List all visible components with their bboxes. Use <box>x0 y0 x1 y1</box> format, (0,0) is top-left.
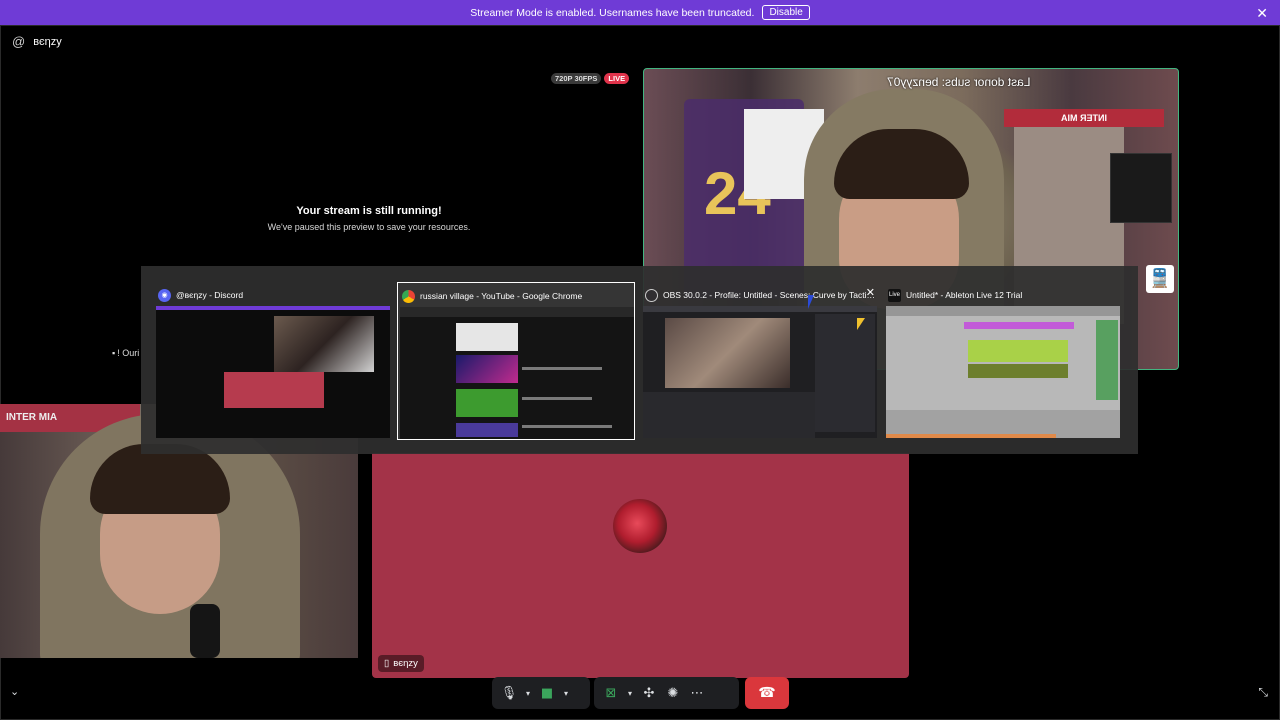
mobile-phone-icon: ▯ <box>384 658 390 669</box>
screen-share-options-caret[interactable]: ▾ <box>624 681 636 705</box>
close-window-icon[interactable]: ✕ <box>866 286 875 299</box>
stream-badges: 720P 30FPS LIVE <box>551 73 630 84</box>
call-header: @ вєηzу <box>12 34 62 49</box>
side-label-text: ! Ouri <box>117 348 140 358</box>
stream-paused-subtitle: We've paused this preview to save your r… <box>267 222 471 232</box>
stream-quality-badge: 720P 30FPS <box>551 73 602 84</box>
window-thumbnail <box>400 307 634 439</box>
window-title-bar: OBS 30.0.2 - Profile: Untitled - Scenes:… <box>645 287 875 303</box>
stream-overlay-banner: INTER MIA <box>1004 109 1164 127</box>
microphone-icon[interactable]: 🎙 <box>498 681 520 705</box>
chevron-down-icon[interactable]: ⌄ <box>10 685 19 698</box>
participant-name-tag: ▯ вєηzу <box>378 655 424 672</box>
screen-share-icon[interactable]: ⊠ <box>600 681 622 705</box>
more-icon[interactable]: ⋯ <box>686 681 708 705</box>
at-sign-icon: @ <box>12 34 26 49</box>
window-thumbnail <box>156 306 390 438</box>
stream-chat-overlay <box>1110 153 1172 223</box>
camera-options-caret[interactable]: ▾ <box>560 681 572 705</box>
stream-paused-title: Your stream is still running! <box>296 205 442 217</box>
window-title-bar: Live Untitled* - Ableton Live 12 Trial <box>888 287 1118 303</box>
hang-up-icon[interactable]: ☎ <box>745 677 789 709</box>
call-controls: ⌄ 🎙 ▾ ■ ▾ ⊠ ▾ ✣ ✺ ⋯ ☎ ⤡ <box>0 677 1280 709</box>
ableton-icon: Live <box>888 288 901 302</box>
window-title-bar: russian village - YouTube - Google Chrom… <box>402 288 630 304</box>
self-hair <box>90 444 230 514</box>
streamer-mode-banner: Streamer Mode is enabled. Usernames have… <box>0 0 1280 25</box>
audio-video-controls: 🎙 ▾ ■ ▾ <box>492 677 590 709</box>
activities-icon[interactable]: ✣ <box>638 681 660 705</box>
video-camera-icon[interactable]: ■ <box>536 681 558 705</box>
self-microphone <box>190 604 220 658</box>
voice-participant-tile[interactable]: ▯ вєηzу <box>372 453 909 678</box>
window-title: Untitled* - Ableton Live 12 Trial <box>906 290 1023 300</box>
stream-donor-text: Last donor subs: benzyy07 <box>886 75 1030 89</box>
share-controls: ⊠ ▾ ✣ ✺ ⋯ <box>594 677 739 709</box>
switcher-window-obs[interactable]: OBS 30.0.2 - Profile: Untitled - Scenes:… <box>641 282 879 440</box>
window-thumbnail <box>886 306 1120 438</box>
participant-name: вєηzу <box>393 658 418 669</box>
soundboard-icon[interactable]: ✺ <box>662 681 684 705</box>
switcher-window-ableton[interactable]: Live Untitled* - Ableton Live 12 Trial <box>884 282 1122 440</box>
window-title: @вєηzу - Discord <box>176 290 244 300</box>
discord-icon: ◉ <box>158 288 171 302</box>
chrome-icon <box>402 289 415 303</box>
call-username: вєηzу <box>33 35 62 48</box>
window-thumbnail <box>643 306 877 438</box>
side-label: ▪ ! Ouri <box>112 348 139 358</box>
window-title: OBS 30.0.2 - Profile: Untitled - Scenes:… <box>663 290 875 300</box>
participant-avatar <box>613 499 667 553</box>
discord-call-window: Streamer Mode is enabled. Usernames have… <box>0 0 1280 720</box>
microphone-options-caret[interactable]: ▾ <box>522 681 534 705</box>
streamer-mode-message: Streamer Mode is enabled. Usernames have… <box>470 6 755 19</box>
live-badge: LIVE <box>604 73 630 84</box>
window-switcher: ◉ @вєηzу - Discord russian village - You… <box>141 266 1138 454</box>
close-icon[interactable]: ✕ <box>1256 5 1268 22</box>
disable-streamer-mode-button[interactable]: Disable <box>762 5 810 20</box>
window-title: russian village - YouTube - Google Chrom… <box>420 291 583 301</box>
window-title-bar: ◉ @вєηzу - Discord <box>158 287 388 303</box>
train-icon: 🚆 <box>1146 265 1174 293</box>
overlay-cursor <box>857 318 865 330</box>
switcher-window-chrome[interactable]: russian village - YouTube - Google Chrom… <box>397 282 635 440</box>
chat-bubble-icon: ▪ <box>112 348 116 358</box>
switcher-window-discord[interactable]: ◉ @вєηzу - Discord <box>154 282 392 440</box>
fullscreen-exit-icon[interactable]: ⤡ <box>1258 685 1268 700</box>
obs-icon <box>645 288 658 302</box>
mouse-cursor <box>808 295 814 309</box>
